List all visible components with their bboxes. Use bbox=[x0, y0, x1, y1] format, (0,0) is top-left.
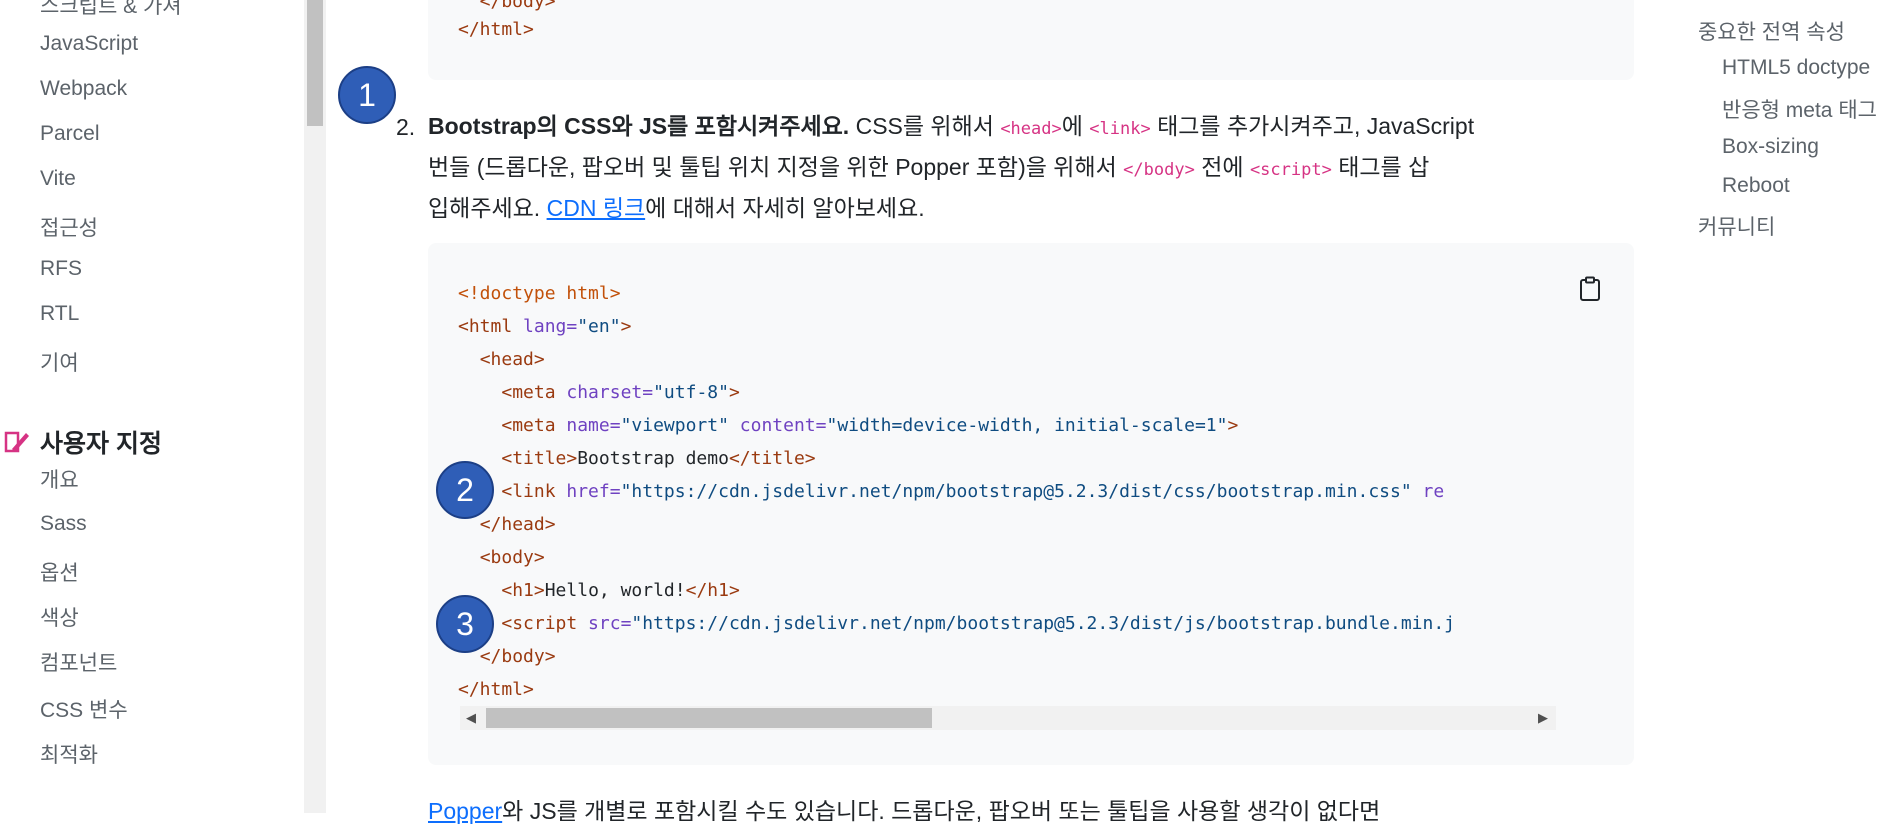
toc-item-box-sizing[interactable]: Box-sizing bbox=[1722, 135, 1819, 159]
sidebar-item-css-variables[interactable]: CSS 변수 bbox=[40, 694, 128, 724]
sidebar-item-accessibility[interactable]: 접근성 bbox=[40, 212, 98, 242]
sidebar-item-components[interactable]: 컴포넌트 bbox=[40, 647, 117, 677]
toc-item-community[interactable]: 커뮤니티 bbox=[1698, 211, 1775, 241]
code-line-script-js: <script src="https://cdn.jsdelivr.net/np… bbox=[501, 613, 1456, 634]
sidebar: 스크립트 & 가져 JavaScript Webpack Parcel Vite… bbox=[0, 0, 304, 813]
inline-code-body-close: </body> bbox=[1123, 160, 1195, 180]
code-horizontal-scrollbar-thumb[interactable] bbox=[486, 708, 932, 728]
code-line-html-close-top: </html> bbox=[458, 19, 534, 40]
step2-paragraph: Bootstrap의 CSS와 JS를 포함시켜주세요. CSS를 위해서 <h… bbox=[428, 107, 1618, 227]
sidebar-item-javascript[interactable]: JavaScript bbox=[40, 32, 138, 56]
step2-text: 태그를 삽 bbox=[1331, 154, 1430, 180]
sidebar-item-contribute[interactable]: 기여 bbox=[40, 347, 79, 377]
inline-code-link: <link> bbox=[1089, 119, 1151, 139]
step2-text: 입해주세요. bbox=[428, 195, 547, 221]
sidebar-item-vite[interactable]: Vite bbox=[40, 167, 76, 191]
code-line-meta-charset: <meta charset="utf-8"> bbox=[501, 382, 740, 403]
code-line-html-open: <html lang="en"> bbox=[458, 316, 632, 337]
inline-code-head: <head> bbox=[1000, 119, 1062, 139]
code-line-h1: <h1>Hello, world!</h1> bbox=[501, 580, 740, 601]
toc-item-reboot[interactable]: Reboot bbox=[1722, 174, 1790, 198]
step2-text: 번들 (드롭다운, 팝오버 및 툴팁 위치 지정을 위한 Popper 포함)을… bbox=[428, 154, 1124, 180]
marker-1: 1 bbox=[338, 66, 396, 124]
step2-bold: Bootstrap의 CSS와 JS를 포함시켜주세요. bbox=[428, 113, 850, 139]
palette-brush-icon bbox=[4, 429, 30, 455]
code-line-body-close-top: </body> bbox=[458, 0, 556, 12]
sidebar-item-webpack[interactable]: Webpack bbox=[40, 77, 127, 101]
code-line-head-close: </head> bbox=[479, 514, 556, 535]
marker-2: 2 bbox=[436, 461, 494, 519]
code-line-html-close: </html> bbox=[458, 679, 534, 700]
cdn-link[interactable]: CDN 링크 bbox=[547, 195, 646, 221]
sidebar-item-rfs[interactable]: RFS bbox=[40, 257, 82, 281]
code-line-meta-viewport: <meta name="viewport" content="width=dev… bbox=[501, 415, 1239, 436]
sidebar-scrollbar-thumb[interactable] bbox=[307, 0, 323, 126]
step-number: 2. bbox=[396, 114, 416, 140]
code-line-link-css: <link href="https://cdn.jsdelivr.net/npm… bbox=[501, 481, 1445, 502]
sidebar-item-options[interactable]: 옵션 bbox=[40, 557, 79, 587]
sidebar-item-optimize[interactable]: 최적화 bbox=[40, 739, 98, 769]
scroll-left-arrow-icon[interactable]: ◀ bbox=[466, 710, 476, 726]
sidebar-item-color[interactable]: 색상 bbox=[40, 602, 79, 632]
sidebar-item-overview[interactable]: 개요 bbox=[40, 464, 79, 494]
popper-link[interactable]: Popper bbox=[428, 798, 502, 824]
step2-text: 태그를 추가시켜주고, JavaScript bbox=[1150, 113, 1475, 139]
code-line-doctype: <!doctype html> bbox=[458, 283, 621, 304]
toc-item-html5-doctype[interactable]: HTML5 doctype bbox=[1722, 56, 1870, 80]
step2-text: 에 대해서 자세히 알아보세요. bbox=[645, 195, 925, 221]
sidebar-item-partial[interactable]: 스크립트 & 가져 bbox=[40, 0, 182, 20]
scroll-right-arrow-icon[interactable]: ▶ bbox=[1538, 710, 1548, 726]
clipboard-icon[interactable] bbox=[1578, 276, 1602, 307]
sidebar-section-customize[interactable]: 사용자 지정 bbox=[4, 424, 162, 460]
code-line-body-close: </body> bbox=[479, 646, 556, 667]
code-line-body-open: <body> bbox=[479, 547, 545, 568]
sidebar-item-parcel[interactable]: Parcel bbox=[40, 122, 100, 146]
sidebar-section-title: 사용자 지정 bbox=[40, 430, 162, 458]
sidebar-item-sass[interactable]: Sass bbox=[40, 512, 87, 536]
bottom-paragraph-text: 와 JS를 개별로 포함시킬 수도 있습니다. 드롭다운, 팝오버 또는 툴팁을… bbox=[502, 798, 1381, 824]
toc-item-global-attributes[interactable]: 중요한 전역 속성 bbox=[1698, 16, 1845, 46]
inline-code-script: <script> bbox=[1249, 160, 1332, 180]
marker-3: 3 bbox=[436, 595, 494, 653]
step2-text: 에 bbox=[1061, 113, 1090, 139]
toc-item-responsive-meta[interactable]: 반응형 meta 태그 bbox=[1722, 94, 1877, 124]
step2-text: CSS를 위해서 bbox=[849, 113, 1001, 139]
code-line-title: <title>Bootstrap demo</title> bbox=[501, 448, 816, 469]
step2-text: 전에 bbox=[1194, 154, 1250, 180]
sidebar-item-rtl[interactable]: RTL bbox=[40, 302, 79, 326]
bottom-paragraph: Popper와 JS를 개별로 포함시킬 수도 있습니다. 드롭다운, 팝오버 … bbox=[428, 792, 1618, 830]
code-line-head-open: <head> bbox=[479, 349, 545, 370]
